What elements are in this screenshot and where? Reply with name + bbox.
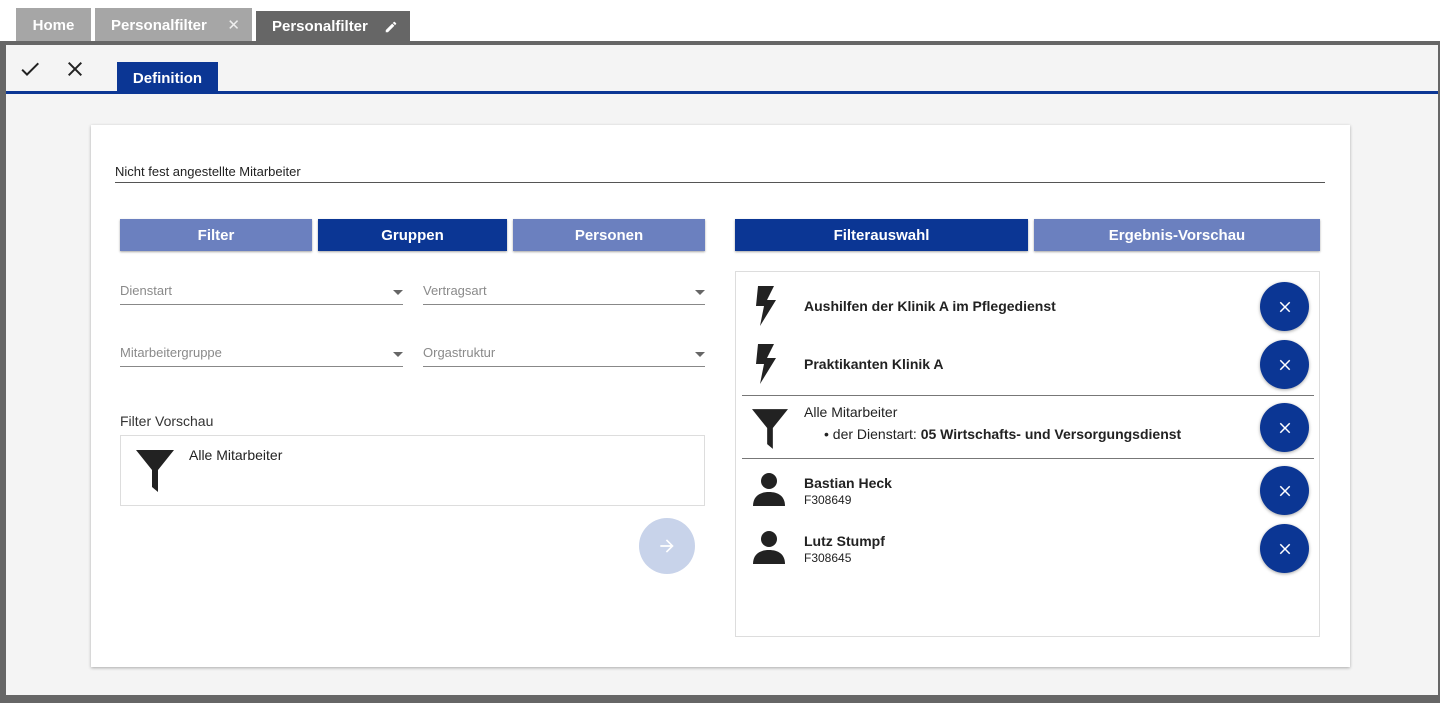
filter-button[interactable]: Filter	[120, 219, 312, 251]
funnel-icon	[136, 450, 174, 492]
list-item: Praktikanten Klinik A	[736, 334, 1319, 394]
tab-personalfilter[interactable]: Personalfilter ✕	[95, 8, 252, 42]
filter-preview-box: Alle Mitarbeiter	[120, 435, 705, 506]
close-tab-icon[interactable]: ✕	[227, 16, 240, 34]
close-icon	[1279, 543, 1290, 554]
filter-name-input[interactable]: Nicht fest angestellte Mitarbeiter	[115, 163, 1325, 183]
filterauswahl-button[interactable]: Filterauswahl	[735, 219, 1028, 251]
check-icon[interactable]	[18, 57, 42, 81]
item-title: Praktikanten Klinik A	[804, 356, 944, 372]
person-id: F308649	[804, 493, 852, 507]
content-area: Nicht fest angestellte Mitarbeiter Filte…	[6, 97, 1438, 695]
list-item: Bastian Heck F308649	[736, 459, 1319, 517]
person-name: Lutz Stumpf	[804, 533, 885, 549]
gruppen-button[interactable]: Gruppen	[318, 219, 507, 251]
top-tab-bar: Home Personalfilter ✕ Personalfilter	[0, 0, 1440, 42]
item-title: Alle Mitarbeiter	[804, 404, 898, 420]
lightning-icon	[756, 344, 776, 384]
chevron-down-icon	[695, 290, 705, 295]
filter-preview-text: Alle Mitarbeiter	[189, 447, 283, 463]
remove-button[interactable]	[1260, 340, 1309, 389]
person-id: F308645	[804, 551, 852, 565]
condition-prefix: • der Dienstart:	[824, 426, 921, 442]
select-placeholder: Dienstart	[120, 283, 173, 298]
close-icon	[1279, 359, 1290, 370]
item-title: Aushilfen der Klinik A im Pflegedienst	[804, 298, 1056, 314]
close-icon	[1279, 422, 1290, 433]
personen-button[interactable]: Personen	[513, 219, 705, 251]
person-name: Bastian Heck	[804, 475, 892, 491]
list-item: Alle Mitarbeiter • der Dienstart: 05 Wir…	[736, 396, 1319, 459]
person-icon	[753, 531, 785, 564]
select-placeholder: Mitarbeitergruppe	[120, 345, 222, 360]
vertragsart-select[interactable]: Vertragsart	[423, 283, 705, 305]
close-icon[interactable]	[63, 57, 87, 81]
lightning-icon	[756, 286, 776, 326]
arrow-right-icon	[660, 539, 674, 553]
condition-value: 05 Wirtschafts- und Versorgungsdienst	[920, 426, 1182, 442]
filter-condition: • der Dienstart: 05 Wirtschafts- und Ver…	[824, 426, 1181, 442]
definition-card: Nicht fest angestellte Mitarbeiter Filte…	[91, 125, 1350, 667]
editor-frame: Definition Nicht fest angestellte Mitarb…	[0, 41, 1440, 703]
close-icon	[1279, 301, 1290, 312]
add-arrow-button[interactable]	[639, 518, 695, 574]
select-placeholder: Orgastruktur	[423, 345, 496, 360]
tab-label: Personalfilter	[111, 16, 207, 34]
mitarbeitergruppe-select[interactable]: Mitarbeitergruppe	[120, 345, 403, 367]
filter-preview-label: Filter Vorschau	[120, 413, 214, 429]
chevron-down-icon	[393, 352, 403, 357]
editor-panel: Definition Nicht fest angestellte Mitarb…	[6, 45, 1438, 695]
funnel-icon	[752, 409, 788, 449]
selection-list: Aushilfen der Klinik A im Pflegedienst P…	[735, 271, 1320, 637]
remove-button[interactable]	[1260, 524, 1309, 573]
pencil-icon[interactable]	[384, 20, 398, 34]
tab-definition[interactable]: Definition	[117, 62, 218, 94]
orgastruktur-select[interactable]: Orgastruktur	[423, 345, 705, 367]
select-placeholder: Vertragsart	[423, 283, 487, 298]
dienstart-select[interactable]: Dienstart	[120, 283, 403, 305]
chevron-down-icon	[695, 352, 705, 357]
ergebnis-vorschau-button[interactable]: Ergebnis-Vorschau	[1034, 219, 1320, 251]
list-item: Lutz Stumpf F308645	[736, 517, 1319, 575]
tab-personalfilter-active[interactable]: Personalfilter	[256, 11, 410, 42]
list-item: Aushilfen der Klinik A im Pflegedienst	[736, 272, 1319, 334]
tab-label: Personalfilter	[272, 18, 368, 35]
tab-home[interactable]: Home	[16, 8, 91, 42]
chevron-down-icon	[393, 290, 403, 295]
remove-button[interactable]	[1260, 282, 1309, 331]
remove-button[interactable]	[1260, 466, 1309, 515]
remove-button[interactable]	[1260, 403, 1309, 452]
close-icon	[1279, 485, 1290, 496]
person-icon	[753, 473, 785, 506]
toolbar: Definition	[6, 45, 1438, 94]
